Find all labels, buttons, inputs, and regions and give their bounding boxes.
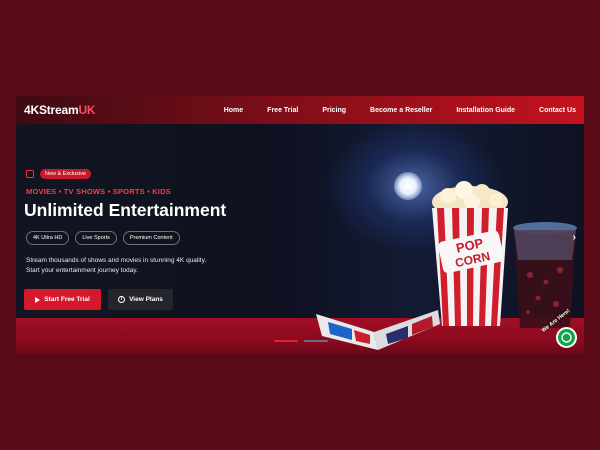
chat-widget-button[interactable] (556, 327, 577, 348)
nav-link-installation-guide[interactable]: Installation Guide (456, 107, 515, 114)
browser-frame: 4KStreamUK Home Free Trial Pricing Becom… (16, 96, 584, 354)
logo-main-text: 4KStream (24, 103, 79, 117)
nav-link-become-reseller[interactable]: Become a Reseller (370, 107, 432, 114)
view-plans-label: View Plans (129, 296, 163, 303)
slide-indicators (274, 340, 328, 342)
hero-description: Stream thousands of shows and movies in … (26, 256, 206, 276)
view-plans-button[interactable]: i View Plans (108, 289, 173, 310)
info-icon: i (118, 296, 126, 303)
popcorn-box-image: POP CORN (432, 181, 508, 326)
feature-pills: 4K Ultra HD Live Sports Premium Content (26, 231, 180, 245)
slide-dot-2[interactable] (304, 340, 328, 342)
nav-link-pricing[interactable]: Pricing (322, 107, 346, 114)
pill-4k-ultra-hd: 4K Ultra HD (26, 231, 70, 245)
nav-link-home[interactable]: Home (224, 107, 243, 114)
start-free-trial-button[interactable]: Start Free Trial (24, 289, 101, 310)
play-icon (35, 296, 41, 303)
hero-title: Unlimited Entertainment (24, 200, 227, 220)
hero-categories: MOVIES • TV SHOWS • SPORTS • KIDS (26, 187, 171, 196)
hero-description-line-1: Stream thousands of shows and movies in … (26, 257, 207, 264)
pill-live-sports: Live Sports (75, 231, 117, 245)
start-free-trial-label: Start Free Trial (44, 296, 90, 303)
next-slide-arrow-icon[interactable]: › (573, 232, 576, 243)
hero-banner: POP CORN New & Exclusive MOVIES • TV SHO… (16, 124, 584, 354)
nav-menu: Home Free Trial Pricing Become a Reselle… (200, 96, 576, 124)
spotlight (394, 172, 422, 200)
pill-premium-content: Premium Content (122, 231, 180, 245)
nav-link-free-trial[interactable]: Free Trial (267, 107, 298, 114)
site-logo[interactable]: 4KStreamUK (24, 103, 96, 117)
slide-dot-1[interactable] (274, 340, 298, 342)
nav-link-contact-us[interactable]: Contact Us (539, 107, 576, 114)
top-navbar: 4KStreamUK Home Free Trial Pricing Becom… (16, 96, 584, 124)
new-badge: New & Exclusive (40, 169, 91, 179)
logo-accent-text: UK (78, 103, 96, 117)
hero-description-line-2: Start your entertainment journey today. (26, 267, 138, 274)
film-icon (26, 170, 34, 178)
chat-bubble-icon (561, 332, 572, 343)
